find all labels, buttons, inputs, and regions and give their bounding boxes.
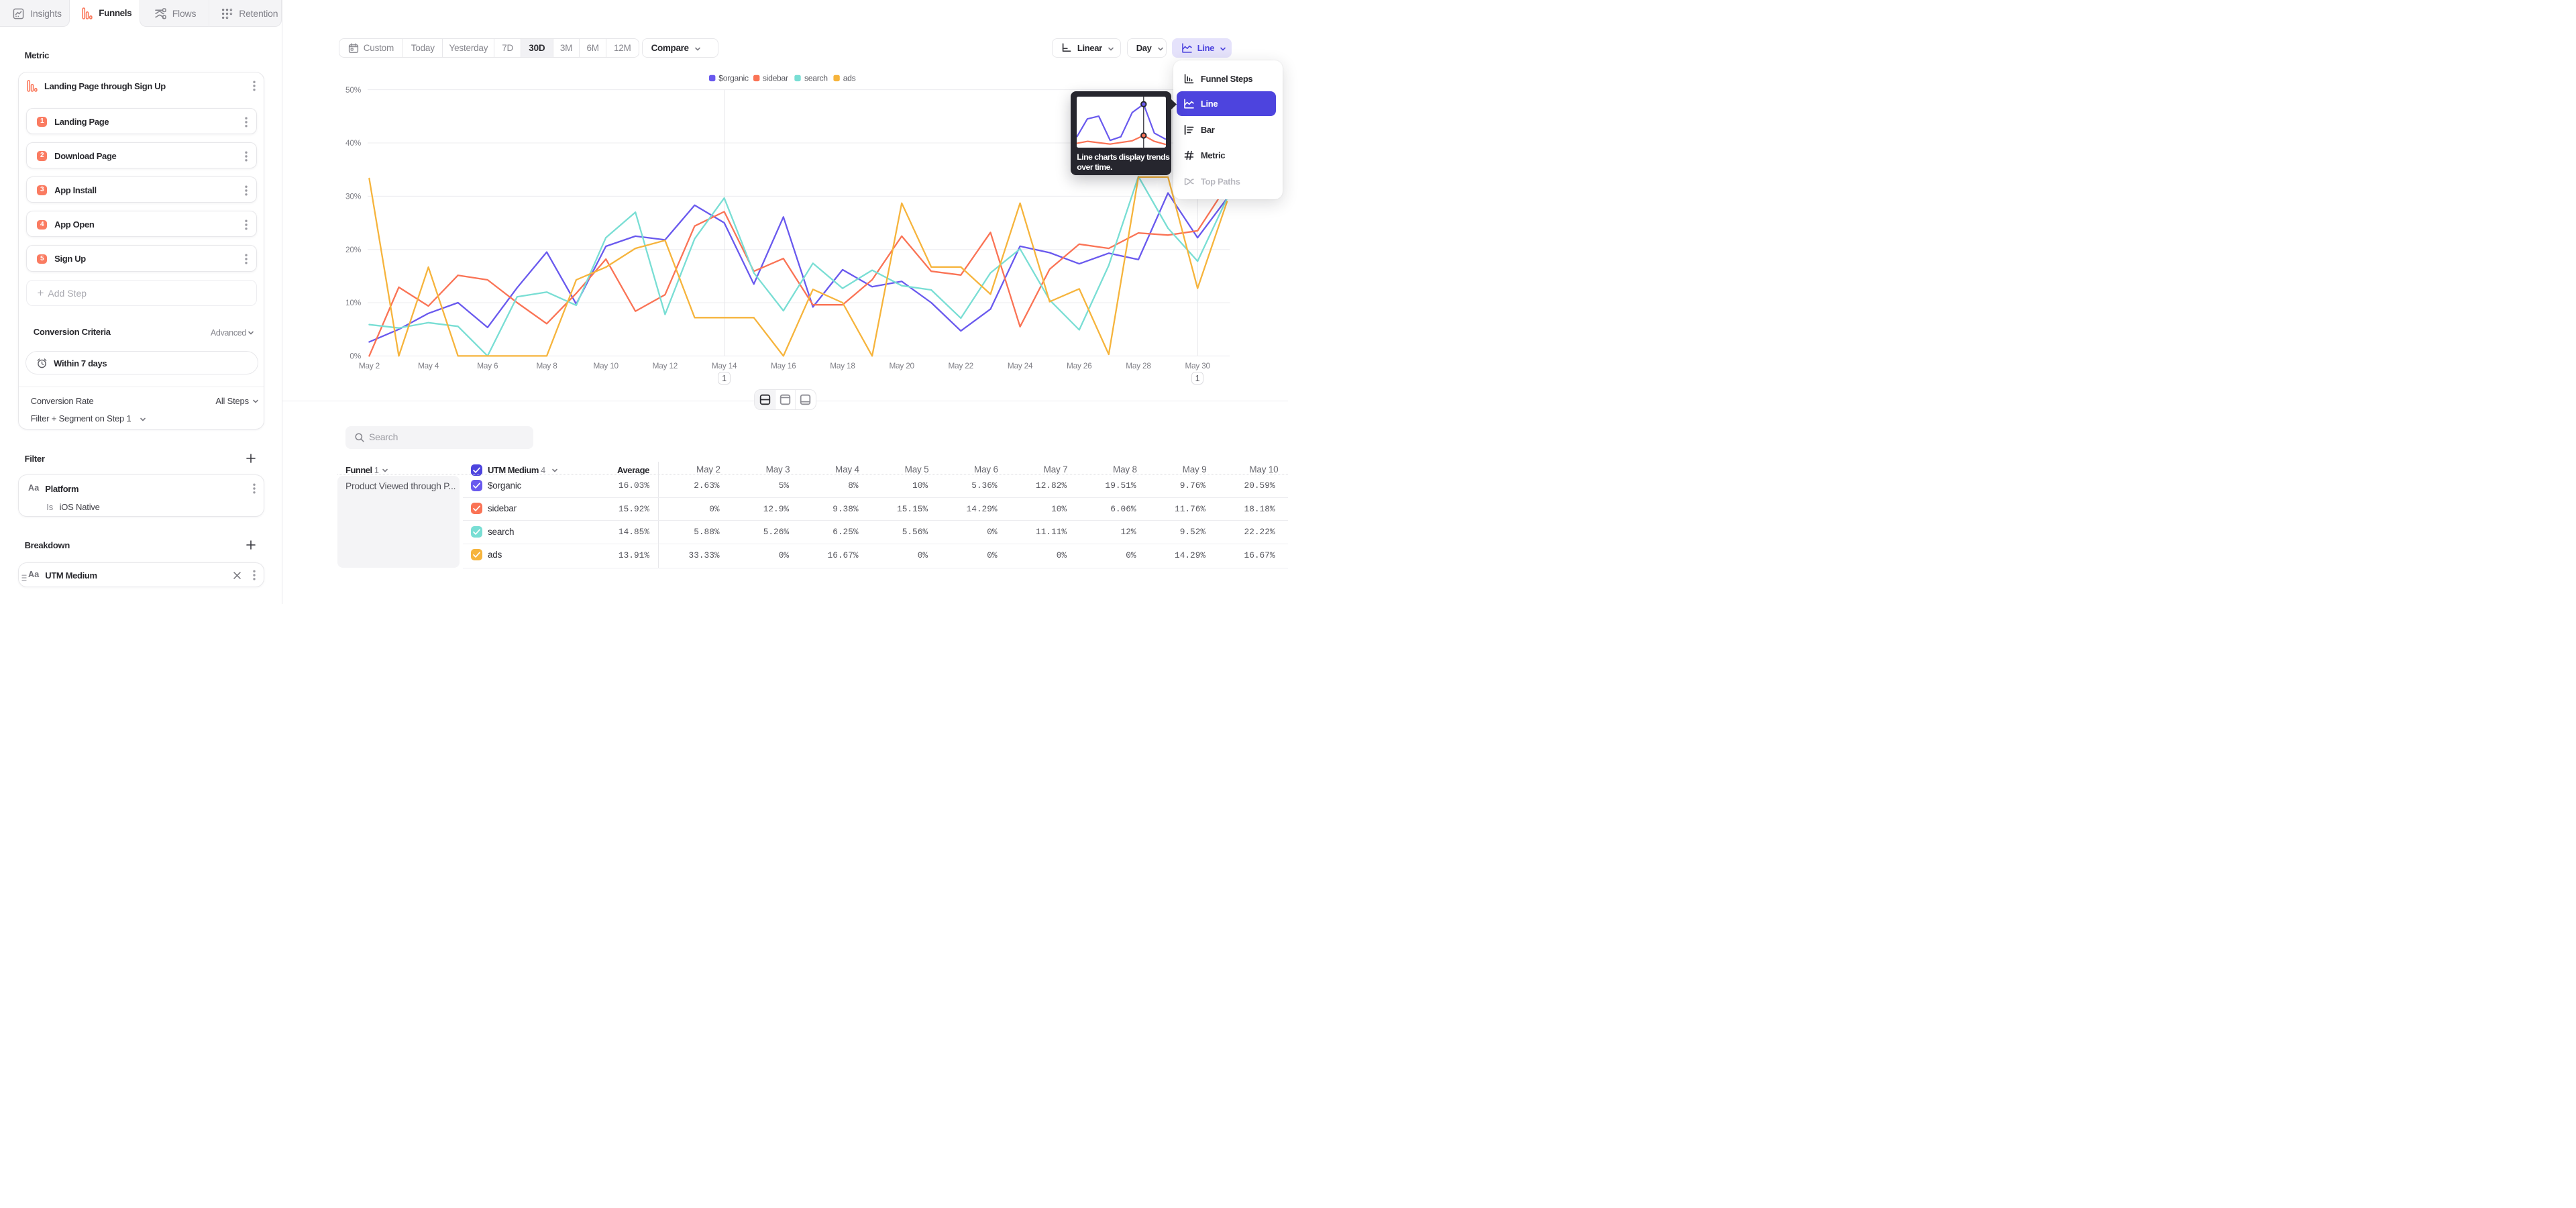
- svg-text:30%: 30%: [345, 192, 362, 201]
- svg-text:May 10: May 10: [593, 361, 619, 370]
- svg-text:May 2: May 2: [359, 361, 380, 370]
- svg-text:May 14: May 14: [712, 361, 737, 370]
- svg-text:20%: 20%: [345, 245, 362, 254]
- svg-text:May 16: May 16: [771, 361, 796, 370]
- svg-text:May 12: May 12: [653, 361, 678, 370]
- svg-text:search: search: [804, 74, 828, 83]
- svg-text:May 18: May 18: [830, 361, 855, 370]
- svg-text:May 20: May 20: [889, 361, 914, 370]
- svg-text:$organic: $organic: [718, 74, 749, 83]
- svg-text:10%: 10%: [345, 298, 362, 307]
- svg-text:May 4: May 4: [418, 361, 439, 370]
- svg-text:sidebar: sidebar: [763, 74, 788, 83]
- svg-text:May 6: May 6: [477, 361, 498, 370]
- svg-text:May 28: May 28: [1126, 361, 1151, 370]
- svg-text:May 22: May 22: [949, 361, 974, 370]
- svg-text:May 26: May 26: [1067, 361, 1092, 370]
- svg-text:May 8: May 8: [536, 361, 557, 370]
- svg-text:50%: 50%: [345, 85, 362, 95]
- svg-text:40%: 40%: [345, 138, 362, 148]
- svg-text:May 30: May 30: [1185, 361, 1210, 370]
- svg-text:0%: 0%: [350, 352, 361, 361]
- svg-text:May 24: May 24: [1008, 361, 1033, 370]
- svg-text:ads: ads: [843, 74, 856, 83]
